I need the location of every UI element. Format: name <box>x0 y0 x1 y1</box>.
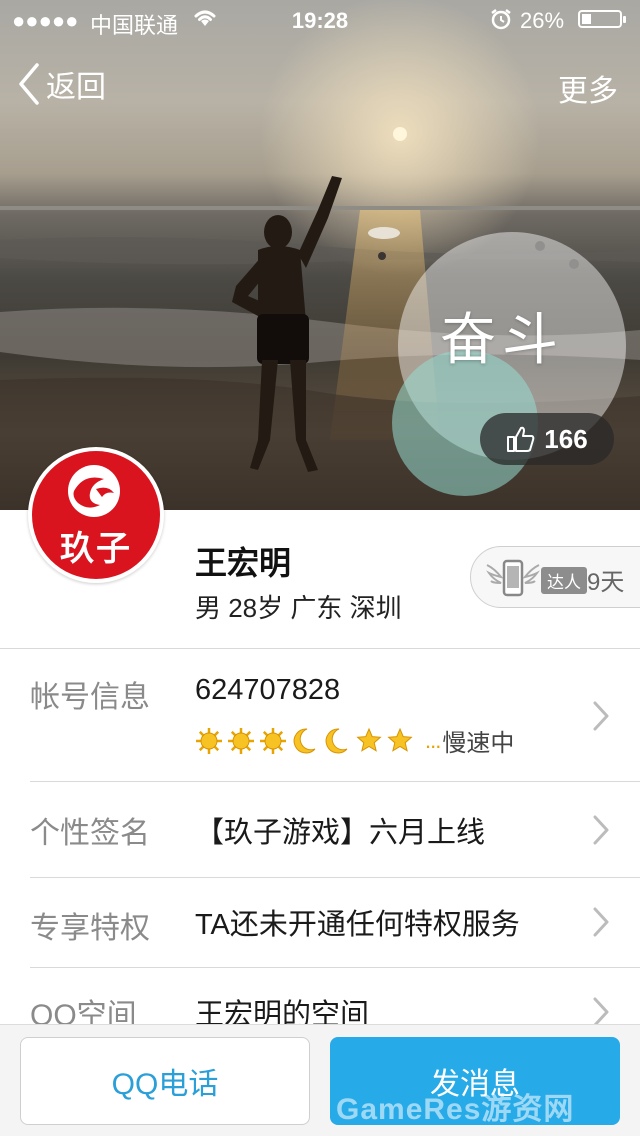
row-privileges[interactable]: 专享特权 TA还未开通任何特权服务 <box>0 878 640 967</box>
thumbs-up-icon <box>507 426 535 452</box>
like-count: 166 <box>544 423 588 454</box>
battery-icon <box>578 10 626 28</box>
expert-badge-label: 达人 <box>541 567 587 594</box>
avatar-image: 玖子 <box>32 451 160 579</box>
battery-fill <box>582 14 591 24</box>
battery-percent: 26% <box>520 8 565 33</box>
alarm-icon <box>490 8 512 36</box>
row-qzone[interactable]: QQ空间 王宏明的空间 <box>0 968 640 1032</box>
row-account-info[interactable]: 帐号信息 624707828 <box>0 648 640 781</box>
moon-icon <box>325 727 348 753</box>
back-button[interactable]: 返回 <box>18 62 106 106</box>
row-label: 帐号信息 <box>30 681 150 714</box>
moon-icon <box>293 727 316 753</box>
chevron-right-icon <box>593 701 609 731</box>
level-speed: 慢速中 <box>442 730 515 757</box>
chevron-left-icon <box>19 63 39 105</box>
tag-text: 奋斗 <box>440 308 564 371</box>
sun-icon <box>260 727 286 754</box>
row-value: TA还未开通任何特权服务 <box>195 909 520 941</box>
sun-icon <box>228 727 254 754</box>
qq-level: ... 慢速中 <box>195 723 514 758</box>
avatar[interactable]: 玖子 <box>28 447 164 583</box>
row-value: 【玖子游戏】六月上线 <box>195 817 486 849</box>
avatar-text: 玖子 <box>60 529 132 569</box>
row-value: 624707828 <box>195 674 341 706</box>
profile-name: 王宏明 <box>195 545 292 581</box>
like-button[interactable]: 166 <box>480 413 614 465</box>
watermark: GameRes游资网 <box>336 1093 575 1126</box>
more-button[interactable]: 更多 <box>558 66 618 110</box>
back-label: 返回 <box>46 71 106 104</box>
status-bar: ●●●●● 中国联通 19:28 26% <box>0 0 640 40</box>
chevron-right-icon <box>593 907 609 937</box>
chevron-right-icon <box>593 815 609 845</box>
level-dots: ... <box>425 727 441 753</box>
expert-badge-days: 9天 <box>587 569 625 596</box>
cover-photo[interactable]: ●●●●● 中国联通 19:28 26% 返回 更多 奋斗 166 <box>0 0 640 510</box>
row-label: 专享特权 <box>30 912 150 945</box>
winged-phone-icon <box>486 559 540 597</box>
star-icon <box>387 727 413 752</box>
qq-call-button[interactable]: QQ电话 <box>20 1037 310 1125</box>
profile-meta: 男 28岁 广东 深圳 <box>195 593 402 623</box>
star-icon <box>356 727 382 752</box>
nav-bar: 返回 更多 <box>0 56 640 112</box>
expert-badge[interactable]: 达人 9天 <box>470 546 640 608</box>
sun-icon <box>196 727 222 754</box>
level-icons <box>196 727 413 754</box>
row-label: 个性签名 <box>30 817 150 850</box>
row-signature[interactable]: 个性签名 【玖子游戏】六月上线 <box>0 782 640 877</box>
